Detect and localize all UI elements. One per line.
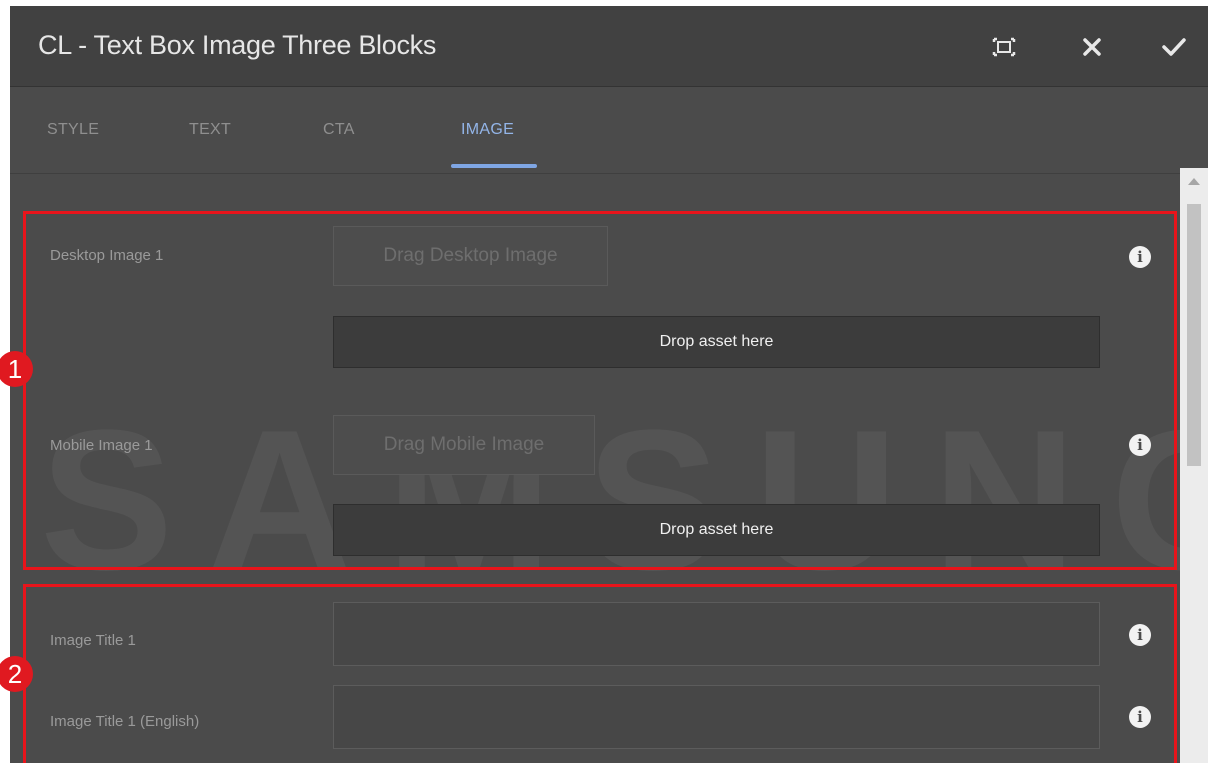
tab-style[interactable]: STYLE [47, 121, 99, 139]
close-icon[interactable] [1075, 30, 1109, 64]
check-icon[interactable] [1157, 30, 1191, 64]
scroll-up-arrow-icon[interactable] [1188, 178, 1200, 185]
desktop-image-label: Desktop Image 1 [50, 247, 164, 264]
drag-mobile-image-button[interactable]: Drag Mobile Image [333, 415, 595, 475]
drag-desktop-image-button[interactable]: Drag Desktop Image [333, 226, 608, 286]
image-title-english-label: Image Title 1 (English) [50, 713, 200, 730]
dialog-title: CL - Text Box Image Three Blocks [38, 30, 437, 60]
mobile-image-label: Mobile Image 1 [50, 437, 153, 454]
fullscreen-icon[interactable] [987, 30, 1021, 64]
tab-cta[interactable]: CTA [323, 121, 355, 139]
dialog-header: CL - Text Box Image Three Blocks [10, 6, 1208, 87]
watermark: SAMSUNG [40, 389, 1208, 612]
tab-text[interactable]: TEXT [189, 121, 231, 139]
image-title-english-input[interactable] [333, 685, 1100, 749]
image-title-input[interactable] [333, 602, 1100, 666]
desktop-image-dropzone[interactable]: Drop asset here [333, 316, 1100, 368]
image-title-label: Image Title 1 [50, 632, 136, 649]
mobile-image-dropzone[interactable]: Drop asset here [333, 504, 1100, 556]
scrollbar-thumb[interactable] [1187, 204, 1201, 466]
info-icon[interactable]: i [1129, 624, 1151, 646]
tab-bar: STYLE TEXT CTA IMAGE [10, 87, 1208, 174]
scrollbar[interactable] [1180, 168, 1208, 763]
info-icon[interactable]: i [1129, 434, 1151, 456]
info-icon[interactable]: i [1129, 246, 1151, 268]
tab-image[interactable]: IMAGE [461, 121, 514, 139]
info-icon[interactable]: i [1129, 706, 1151, 728]
active-tab-indicator [451, 164, 537, 168]
dialog: CL - Text Box Image Three Blocks STYLE T… [10, 6, 1208, 763]
